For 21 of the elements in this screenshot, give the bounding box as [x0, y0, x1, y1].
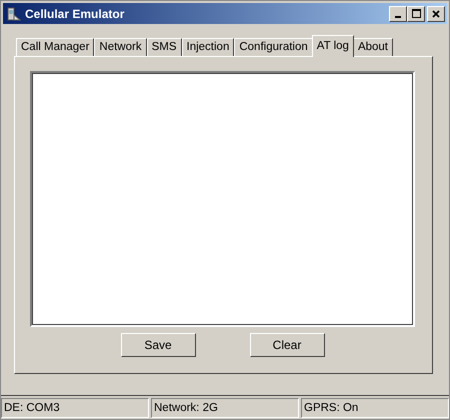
tab[interactable]: About [352, 38, 394, 56]
log-text-area[interactable] [30, 71, 415, 327]
maximize-icon [412, 9, 420, 18]
maximize-button[interactable] [407, 6, 425, 22]
phone-icon [5, 6, 21, 22]
window-title: Cellular Emulator [25, 6, 124, 20]
tab[interactable]: SMS [146, 38, 182, 56]
status-pane: DE: COM3 [1, 398, 149, 418]
status-pane: Network: 2G [151, 398, 299, 418]
tab[interactable]: Network [94, 38, 147, 56]
tab[interactable]: AT log [312, 35, 354, 57]
close-icon [432, 10, 440, 18]
status-pane: GPRS: On [301, 398, 449, 418]
tab[interactable]: Call Manager [16, 38, 94, 56]
minimize-icon [395, 16, 401, 18]
button[interactable]: Save [120, 333, 196, 357]
button[interactable]: Clear [250, 333, 324, 357]
close-button[interactable] [427, 6, 445, 22]
tab[interactable]: Injection [182, 38, 234, 56]
minimize-button[interactable] [389, 6, 407, 22]
tab[interactable]: Configuration [234, 38, 313, 56]
